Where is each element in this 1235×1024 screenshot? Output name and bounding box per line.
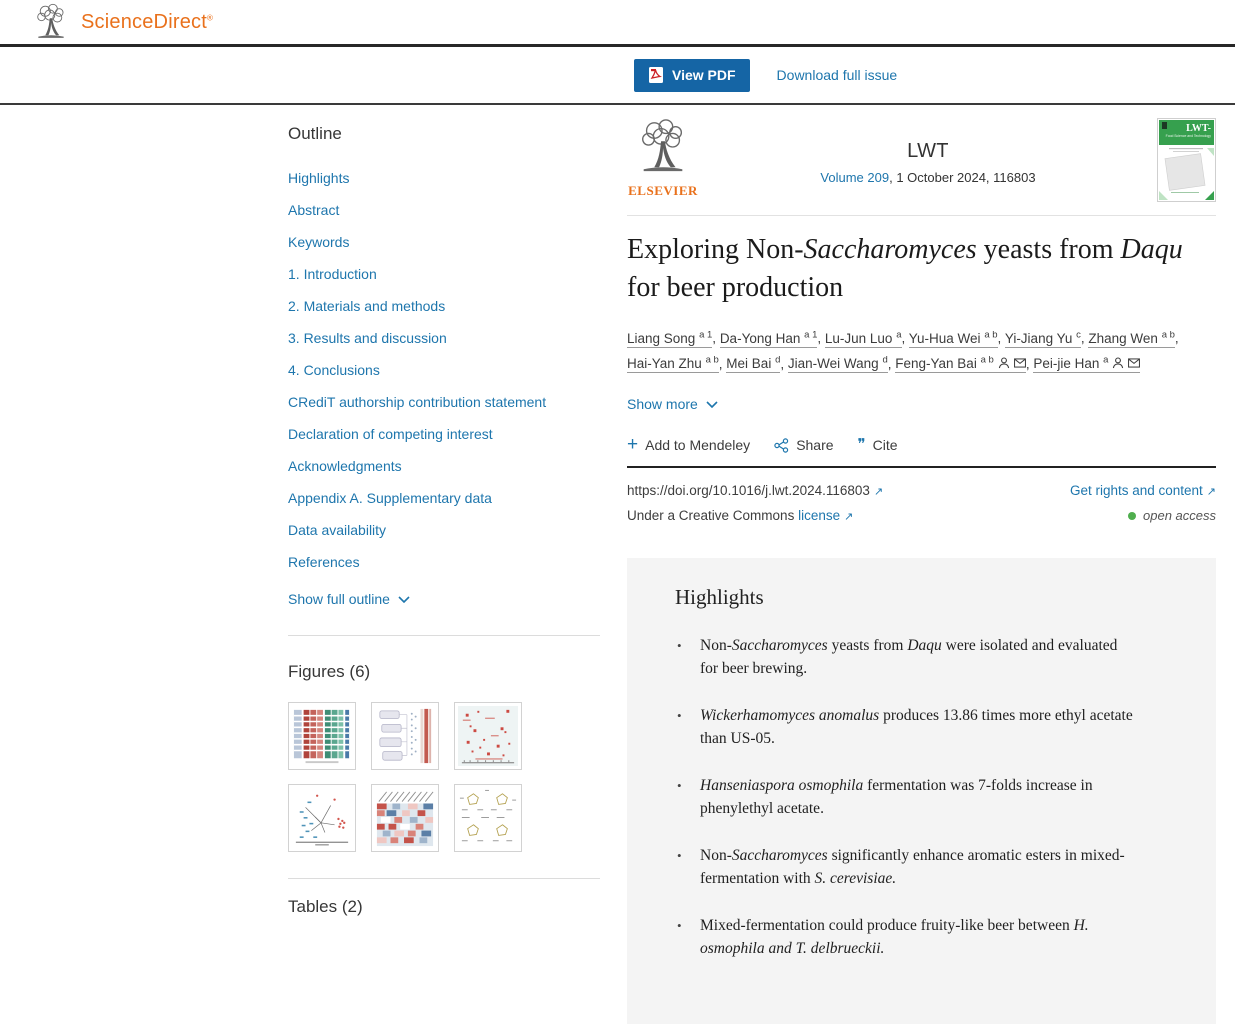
author-link[interactable]: Lu-Jun Luo a, — [825, 331, 909, 348]
doi-link[interactable]: https://doi.org/10.1016/j.lwt.2024.11680… — [627, 483, 883, 498]
sciencedirect-header: ScienceDirect® — [0, 0, 1235, 47]
article-title: Exploring Non-Saccharomyces yeasts from … — [627, 231, 1199, 307]
elsevier-wordmark: ELSEVIER — [627, 183, 699, 199]
highlight-item: Mixed-fermentation could produce fruity-… — [675, 914, 1137, 960]
sidebar-divider-2 — [288, 878, 600, 879]
chevron-down-icon — [398, 596, 410, 603]
sidebar-divider — [288, 635, 600, 636]
outline-item-keywords[interactable]: Keywords — [288, 235, 600, 249]
author-link[interactable]: Yi-Jiang Yu c, — [1005, 331, 1089, 348]
outline-item-results-discussion[interactable]: 3. Results and discussion — [288, 331, 600, 345]
article-meta-divider — [627, 466, 1216, 468]
outline-item-credit-statement[interactable]: CRediT authorship contribution statement — [288, 395, 600, 409]
figure-thumbnail-3[interactable] — [454, 702, 522, 770]
outline-item-conclusions[interactable]: 4. Conclusions — [288, 363, 600, 377]
share-icon — [774, 438, 789, 453]
figure-thumbnail-5[interactable] — [371, 784, 439, 852]
view-pdf-button[interactable]: View PDF — [634, 59, 750, 92]
plus-icon: + — [627, 438, 638, 452]
share-button[interactable]: Share — [774, 437, 833, 453]
highlights-list: Non-Saccharomyces yeasts from Daqu were … — [675, 634, 1186, 960]
figure-thumbnail-2[interactable] — [371, 702, 439, 770]
volume-link[interactable]: Volume 209 — [820, 170, 889, 185]
person-icon — [1112, 357, 1124, 369]
svg-text:Food Science and Technology: Food Science and Technology — [1166, 134, 1212, 138]
doi-row: https://doi.org/10.1016/j.lwt.2024.11680… — [627, 483, 1216, 498]
download-full-issue-link[interactable]: Download full issue — [777, 67, 898, 83]
outline-sidebar: Outline Highlights Abstract Keywords 1. … — [288, 105, 600, 917]
author-link[interactable]: Zhang Wen a b, — [1088, 331, 1178, 348]
author-link[interactable]: Jian-Wei Wang d, — [788, 356, 895, 373]
envelope-icon — [1128, 357, 1140, 369]
outline-item-data-availability[interactable]: Data availability — [288, 523, 600, 537]
author-link[interactable]: Mei Bai d, — [726, 356, 788, 373]
external-link-icon: ↗ — [844, 511, 853, 523]
cite-button[interactable]: ❞ Cite — [858, 437, 898, 453]
external-link-icon: ↗ — [874, 486, 883, 498]
outline-item-highlights[interactable]: Highlights — [288, 171, 600, 185]
author-link[interactable]: Pei-jie Han a — [1033, 356, 1140, 373]
svg-text:LWT-: LWT- — [1186, 123, 1211, 134]
figure-thumbnails — [288, 702, 600, 852]
highlight-item: Hanseniaspora osmophila fermentation was… — [675, 774, 1137, 820]
license-link[interactable]: license↗ — [798, 508, 853, 523]
elsevier-tree-icon — [634, 118, 692, 176]
article-toolbar: View PDF Download full issue — [0, 47, 1235, 105]
view-pdf-label: View PDF — [672, 67, 736, 83]
article-actions: + Add to Mendeley Share ❞ Cite — [627, 437, 1216, 453]
issue-info: , 1 October 2024, 116803 — [889, 170, 1035, 185]
elsevier-tree-icon — [30, 3, 72, 41]
highlights-box: Highlights Non-Saccharomyces yeasts from… — [627, 558, 1216, 1024]
highlight-item: Non-Saccharomyces yeasts from Daqu were … — [675, 634, 1137, 680]
open-access-badge: open access — [1128, 508, 1216, 523]
registered-mark: ® — [207, 13, 213, 22]
outline-item-introduction[interactable]: 1. Introduction — [288, 267, 600, 281]
sciencedirect-logo[interactable]: ScienceDirect® — [81, 11, 213, 34]
highlight-item: Non-Saccharomyces significantly enhance … — [675, 844, 1137, 890]
add-to-mendeley-button[interactable]: + Add to Mendeley — [627, 437, 750, 453]
journal-issue-line: Volume 209, 1 October 2024, 116803 — [699, 170, 1157, 185]
author-link[interactable]: Da-Yong Han a 1, — [720, 331, 825, 348]
outline-title: Outline — [288, 124, 600, 144]
outline-item-acknowledgments[interactable]: Acknowledgments — [288, 459, 600, 473]
rights-and-content-link[interactable]: Get rights and content↗ — [1070, 483, 1216, 498]
outline-item-appendix[interactable]: Appendix A. Supplementary data — [288, 491, 600, 505]
author-link[interactable]: Yu-Hua Wei a b, — [909, 331, 1005, 348]
license-prefix: Under a Creative Commons — [627, 508, 798, 523]
figure-thumbnail-6[interactable] — [454, 784, 522, 852]
show-full-outline-button[interactable]: Show full outline — [288, 591, 410, 607]
elsevier-logo[interactable]: ELSEVIER — [627, 118, 699, 199]
envelope-icon — [1014, 357, 1026, 369]
tables-title: Tables (2) — [288, 897, 600, 917]
person-icon — [998, 357, 1010, 369]
author-link[interactable]: Feng-Yan Bai a b, — [895, 356, 1033, 373]
open-access-dot-icon — [1128, 512, 1136, 520]
figure-thumbnail-1[interactable] — [288, 702, 356, 770]
outline-item-materials-methods[interactable]: 2. Materials and methods — [288, 299, 600, 313]
license-row: Under a Creative Commons license↗ open a… — [627, 508, 1216, 523]
article-main: ELSEVIER LWT Volume 209, 1 October 2024,… — [627, 105, 1216, 1024]
figures-title: Figures (6) — [288, 662, 600, 682]
journal-name: LWT — [699, 140, 1157, 163]
outline-item-competing-interest[interactable]: Declaration of competing interest — [288, 427, 600, 441]
chevron-down-icon — [706, 401, 718, 408]
pdf-icon — [648, 66, 664, 84]
outline-item-abstract[interactable]: Abstract — [288, 203, 600, 217]
author-list: Liang Song a 1, Da-Yong Han a 1, Lu-Jun … — [627, 324, 1216, 375]
figure-thumbnail-4[interactable] — [288, 784, 356, 852]
cite-icon: ❞ — [858, 438, 866, 452]
author-link[interactable]: Hai-Yan Zhu a b, — [627, 356, 726, 373]
banner-divider — [627, 215, 1216, 216]
outline-item-references[interactable]: References — [288, 555, 600, 569]
author-link[interactable]: Liang Song a 1, — [627, 331, 720, 348]
show-more-button[interactable]: Show more — [627, 396, 718, 412]
journal-cover-image[interactable]: LWT- Food Science and Technology — [1157, 118, 1216, 202]
outline-nav: Highlights Abstract Keywords 1. Introduc… — [288, 171, 600, 569]
highlight-item: Wickerhamomyces anomalus produces 13.86 … — [675, 704, 1137, 750]
external-link-icon: ↗ — [1207, 486, 1216, 498]
highlights-title: Highlights — [675, 585, 1186, 610]
journal-banner: ELSEVIER LWT Volume 209, 1 October 2024,… — [627, 118, 1216, 202]
